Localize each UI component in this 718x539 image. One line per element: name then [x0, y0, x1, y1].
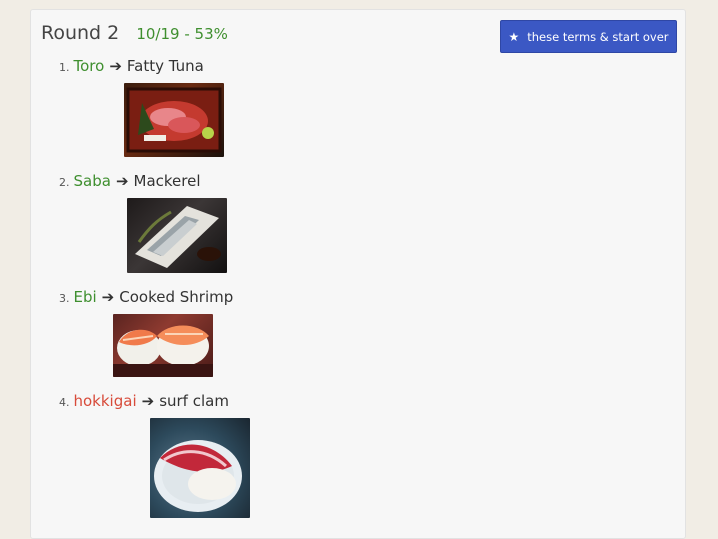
term-link[interactable]: Toro	[74, 57, 105, 75]
restart-button-label: these terms & start over	[527, 29, 669, 44]
results-panel: Round 2 10/19 - 53% ★ these terms & star…	[30, 9, 686, 539]
item-number: 3.	[59, 292, 70, 305]
item-number: 1.	[59, 61, 70, 74]
arrow-icon: ➔	[109, 57, 122, 75]
term-image	[124, 83, 224, 157]
term-image	[113, 314, 213, 377]
list-item: 3. Ebi ➔ Cooked Shrimp	[59, 288, 233, 306]
term-link[interactable]: hokkigai	[74, 392, 137, 410]
definition: Fatty Tuna	[126, 57, 204, 75]
term-link[interactable]: Ebi	[74, 288, 97, 306]
arrow-icon: ➔	[141, 392, 155, 410]
star-icon: ★	[508, 29, 520, 44]
term-link[interactable]: Saba	[74, 172, 111, 190]
term-image	[150, 418, 250, 518]
definition: Cooked Shrimp	[119, 288, 234, 306]
list-item: 2. Saba ➔ Mackerel	[59, 172, 201, 190]
round-title: Round 2	[41, 22, 120, 44]
term-image	[127, 198, 227, 273]
item-number: 2.	[59, 176, 70, 189]
arrow-icon: ➔	[101, 288, 115, 306]
restart-with-terms-button[interactable]: ★ these terms & start over	[500, 20, 677, 53]
item-number: 4.	[59, 396, 70, 409]
list-item: 4. hokkigai ➔ surf clam	[59, 392, 229, 410]
definition: Mackerel	[133, 172, 201, 190]
arrow-icon: ➔	[115, 172, 129, 190]
list-item: 1. Toro ➔ Fatty Tuna	[59, 57, 204, 75]
round-header: Round 2 10/19 - 53%	[41, 22, 228, 52]
definition: surf clam	[159, 392, 229, 410]
score-label: 10/19 - 53%	[136, 25, 228, 43]
